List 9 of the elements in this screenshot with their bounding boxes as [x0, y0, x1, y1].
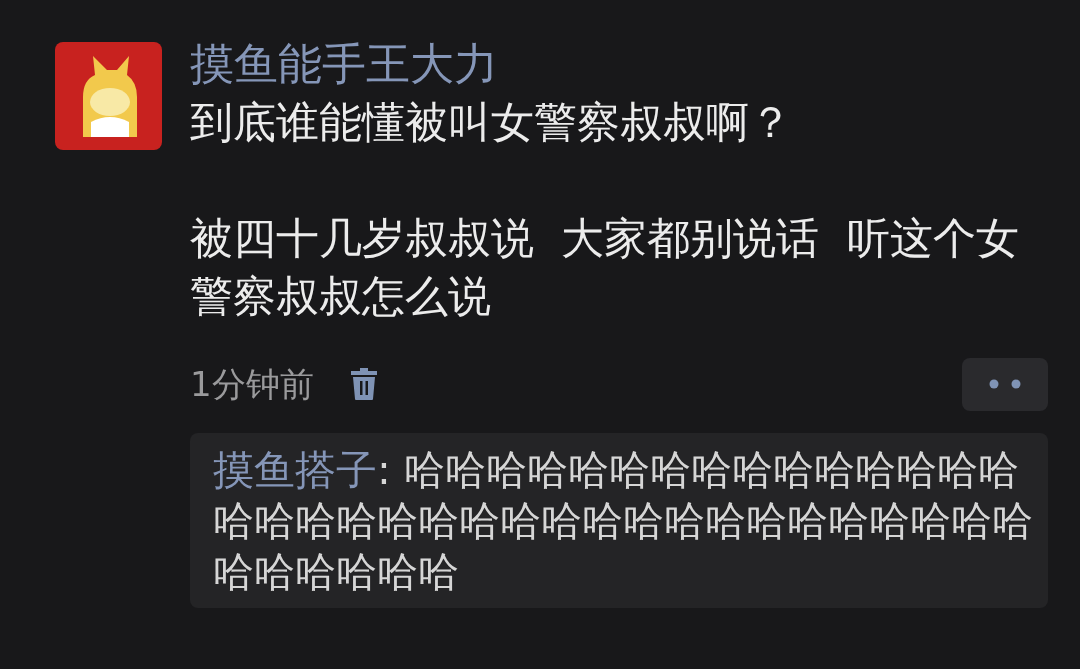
delete-icon[interactable] [349, 367, 378, 401]
post-time: 1分钟前 [190, 362, 314, 406]
author-name[interactable]: 摸鱼能手王大力 [190, 35, 1050, 93]
post-text: 被四十几岁叔叔说 大家都别说话 听这个女警察叔叔怎么说 [190, 212, 1020, 323]
post-text: 到底谁能懂被叫女警察叔叔啊？ [190, 96, 793, 149]
more-icon [989, 379, 1021, 389]
reply-comment: 摸鱼搭子: 哈哈哈哈哈哈哈哈哈哈哈哈哈哈哈哈哈哈哈哈哈哈哈哈哈哈哈哈哈哈哈哈哈哈哈哈哈哈哈哈哈 [213, 445, 1034, 598]
reply-author[interactable]: 摸鱼搭子 [213, 446, 377, 494]
more-button[interactable] [962, 357, 1048, 411]
